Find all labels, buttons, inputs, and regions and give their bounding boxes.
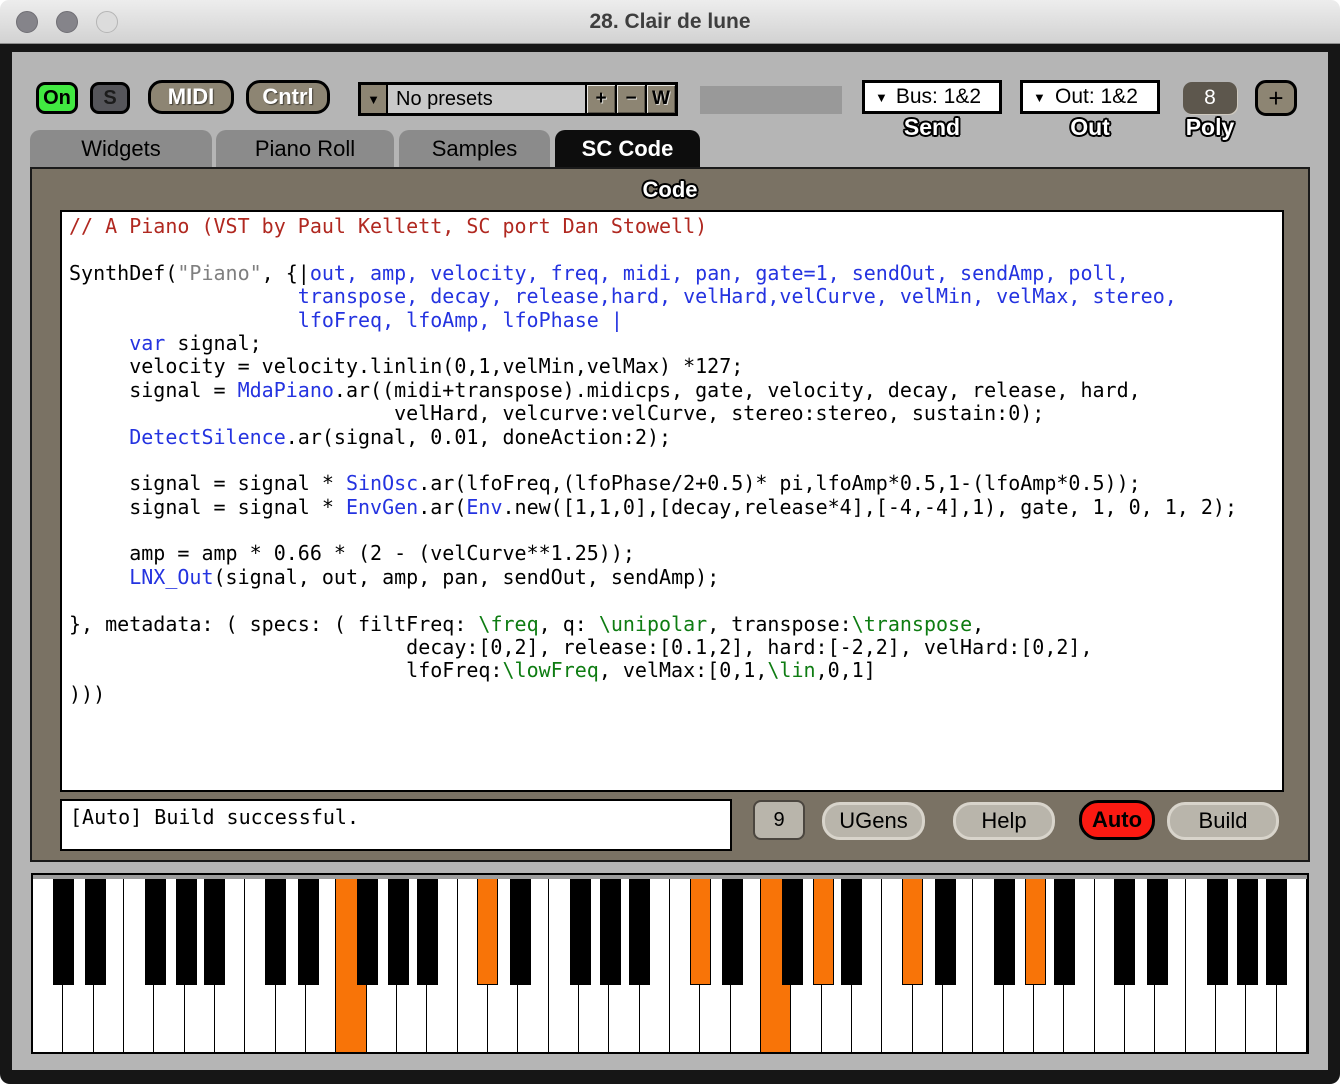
build-button[interactable]: Build [1167, 802, 1279, 840]
piano-key-F#3[interactable] [570, 875, 591, 985]
piano-key-A#4[interactable] [841, 875, 862, 985]
out-dropdown[interactable]: ▼ Out: 1&2 [1020, 80, 1160, 114]
piano-key-C#2[interactable] [265, 875, 286, 985]
piano-key-D#3[interactable] [510, 875, 531, 985]
code-line [69, 519, 1282, 542]
piano-key-A#6[interactable] [1266, 875, 1287, 985]
piano-key-G#2[interactable] [388, 875, 409, 985]
cntrl-button[interactable]: Cntrl [246, 80, 330, 114]
piano-key-A#2[interactable] [417, 875, 438, 985]
solo-button[interactable]: S [90, 82, 130, 114]
piano-key-C#4[interactable] [690, 875, 711, 985]
send-label: Send [862, 114, 1002, 141]
preset-selector: ▼ No presets + − W [358, 82, 678, 116]
bus-dropdown[interactable]: ▼ Bus: 1&2 [862, 80, 1002, 114]
code-line: var signal; [69, 332, 1282, 355]
out-dropdown-value: Out: 1&2 [1046, 85, 1147, 109]
piano-key-A#5[interactable] [1054, 875, 1075, 985]
piano-key-G#1[interactable] [176, 875, 197, 985]
code-line [69, 449, 1282, 472]
piano-keyboard [31, 873, 1309, 1054]
code-line: amp = amp * 0.66 * (2 - (velCurve**1.25)… [69, 542, 1282, 565]
ugens-button[interactable]: UGens [822, 802, 925, 840]
piano-key-C#3[interactable] [477, 875, 498, 985]
code-line: velocity = velocity.linlin(0,1,velMin,ve… [69, 355, 1282, 378]
status-message: [Auto] Build successful. [62, 801, 730, 833]
code-line: ))) [69, 683, 1282, 706]
preset-value-field[interactable]: No presets [388, 85, 585, 113]
piano-key-F#5[interactable] [994, 875, 1015, 985]
code-line: }, metadata: ( specs: ( filtFreq: \freq,… [69, 613, 1282, 636]
code-line: signal = signal * SinOsc.ar(lfoFreq,(lfo… [69, 472, 1282, 495]
code-line: lfoFreq:\lowFreq, velMax:[0,1,\lin,0,1] [69, 659, 1282, 682]
code-line: transpose, decay, release,hard, velHard,… [69, 285, 1282, 308]
auto-button[interactable]: Auto [1079, 800, 1155, 840]
code-line [69, 589, 1282, 612]
piano-key-D#4[interactable] [722, 875, 743, 985]
piano-key-C#1[interactable] [53, 875, 74, 985]
poly-count: 8 [1183, 82, 1237, 114]
piano-key-G#4[interactable] [813, 875, 834, 985]
code-panel: Code // A Piano (VST by Paul Kellett, SC… [30, 167, 1310, 862]
piano-key-F#6[interactable] [1207, 875, 1228, 985]
piano-key-D#1[interactable] [85, 875, 106, 985]
out-label: Out [1020, 114, 1160, 141]
tab-widgets[interactable]: Widgets [30, 130, 212, 167]
preset-remove-button[interactable]: − [617, 85, 645, 113]
piano-key-F#2[interactable] [357, 875, 378, 985]
piano-key-A#3[interactable] [629, 875, 650, 985]
piano-key-F#1[interactable] [145, 875, 166, 985]
code-title: Code [32, 177, 1308, 203]
window-content: On S MIDI Cntrl ▼ No presets + − W ▼ Bus… [12, 52, 1328, 1070]
code-line: DetectSilence.ar(signal, 0.01, doneActio… [69, 426, 1282, 449]
code-line: decay:[0,2], release:[0.1,2], hard:[-2,2… [69, 636, 1282, 659]
preset-dropdown-arrow-icon[interactable]: ▼ [361, 85, 386, 113]
piano-key-A#1[interactable] [204, 875, 225, 985]
piano-key-G#3[interactable] [600, 875, 621, 985]
help-button[interactable]: Help [953, 802, 1055, 840]
code-line: velHard, velcurve:velCurve, stereo:stere… [69, 402, 1282, 425]
title-bar: 28. Clair de lune [0, 0, 1340, 44]
piano-key-C#5[interactable] [902, 875, 923, 985]
piano-key-D#5[interactable] [935, 875, 956, 985]
preset-write-button[interactable]: W [647, 85, 675, 113]
tab-piano-roll[interactable]: Piano Roll [216, 130, 394, 167]
piano-key-G#5[interactable] [1025, 875, 1046, 985]
code-line [69, 238, 1282, 261]
piano-key-G#6[interactable] [1237, 875, 1258, 985]
bus-dropdown-value: Bus: 1&2 [888, 85, 989, 109]
code-line: signal = signal * EnvGen.ar(Env.new([1,1… [69, 496, 1282, 519]
code-line: SynthDef("Piano", {|out, amp, velocity, … [69, 262, 1282, 285]
preset-add-button[interactable]: + [587, 85, 615, 113]
midi-button[interactable]: MIDI [148, 80, 234, 114]
tab-sc-code[interactable]: SC Code [555, 130, 700, 167]
level-meter [700, 86, 842, 114]
status-field: [Auto] Build successful. [60, 799, 732, 851]
window-title: 28. Clair de lune [0, 0, 1340, 44]
code-text: // A Piano (VST by Paul Kellett, SC port… [62, 212, 1282, 706]
code-editor[interactable]: // A Piano (VST by Paul Kellett, SC port… [60, 210, 1284, 792]
poly-add-button[interactable]: + [1255, 80, 1297, 116]
code-line: lfoFreq, lfoAmp, lfoPhase | [69, 309, 1282, 332]
bus-dropdown-arrow-icon: ▼ [875, 90, 888, 105]
tab-samples[interactable]: Samples [399, 130, 550, 167]
piano-key-D#2[interactable] [298, 875, 319, 985]
history-count-button[interactable]: 9 [753, 800, 805, 840]
piano-key-F#4[interactable] [782, 875, 803, 985]
code-line: LNX_Out(signal, out, amp, pan, sendOut, … [69, 566, 1282, 589]
on-button[interactable]: On [36, 82, 78, 114]
out-dropdown-arrow-icon: ▼ [1033, 90, 1046, 105]
code-line: signal = MdaPiano.ar((midi+transpose).mi… [69, 379, 1282, 402]
piano-key-D#6[interactable] [1147, 875, 1168, 985]
piano-top-rail [33, 875, 1307, 879]
piano-keys [33, 875, 1307, 1052]
window-frame: On S MIDI Cntrl ▼ No presets + − W ▼ Bus… [0, 44, 1340, 1084]
piano-key-C#6[interactable] [1114, 875, 1135, 985]
code-line: // A Piano (VST by Paul Kellett, SC port… [69, 215, 1282, 238]
poly-label: Poly [1183, 114, 1237, 141]
